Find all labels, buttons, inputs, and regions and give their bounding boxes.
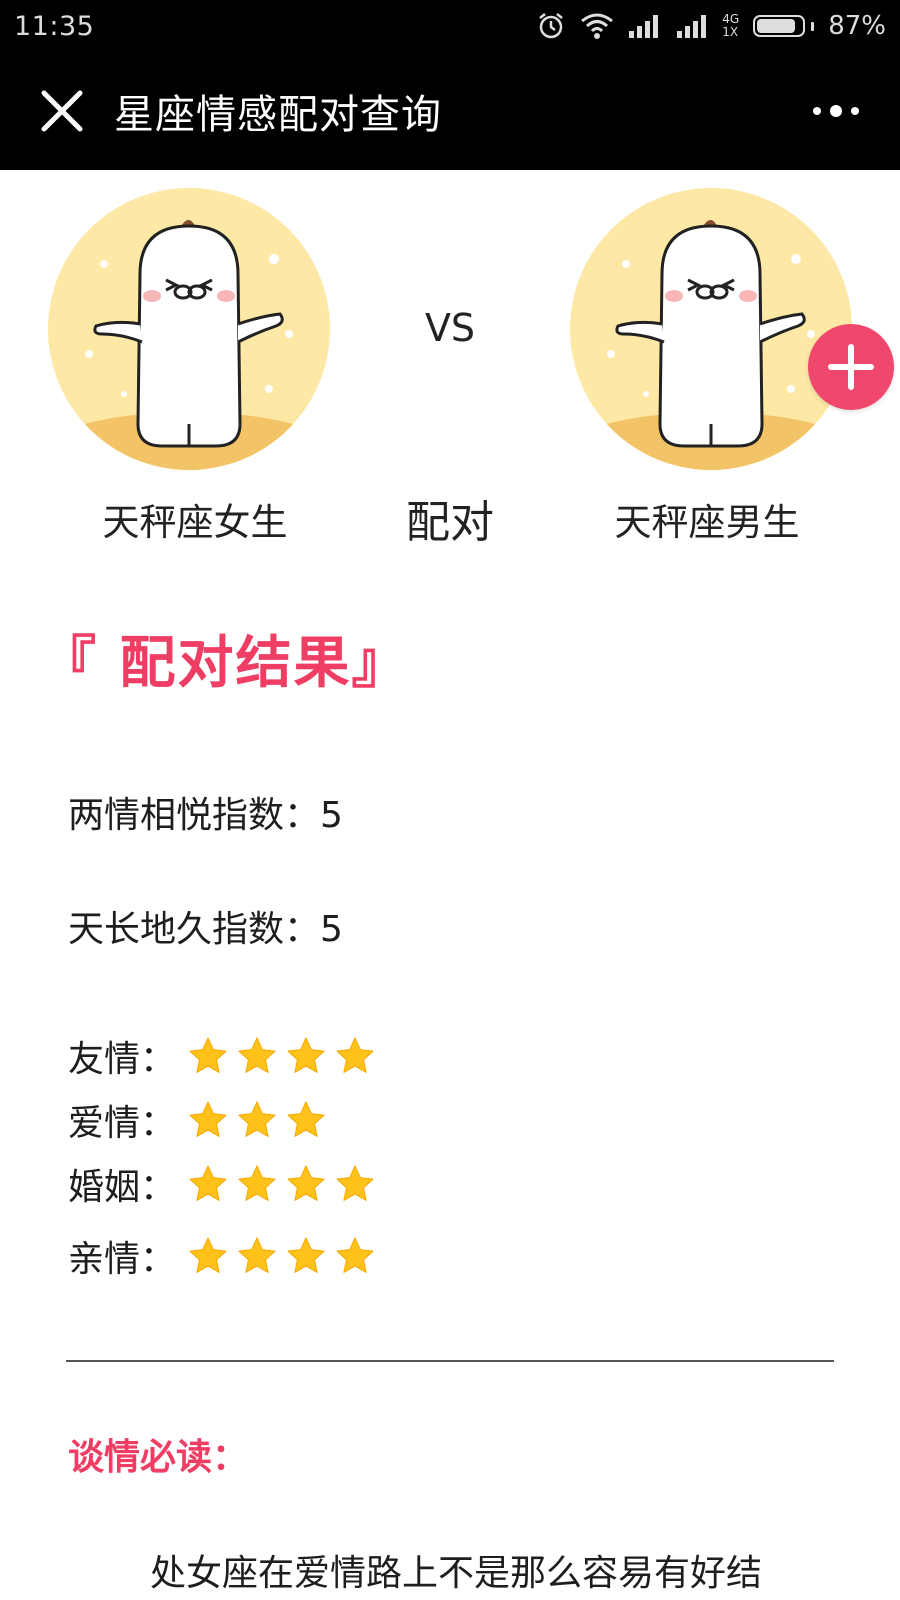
star-icon (189, 1037, 227, 1073)
avatar-left[interactable] (44, 184, 334, 474)
close-button[interactable] (32, 81, 92, 141)
star-icon (336, 1037, 374, 1073)
left-sign-name: 天秤座女生 (102, 501, 288, 544)
pair-label: 配对 (406, 497, 494, 548)
alarm-icon (536, 11, 566, 41)
network-type: 4G 1X (722, 13, 739, 39)
add-button[interactable] (808, 324, 894, 410)
status-bar: 11:35 4G 1X 87% (0, 0, 900, 52)
signal-icon (628, 13, 662, 39)
title-bar: 星座情感配对查询 (0, 52, 900, 170)
status-time: 11:35 (14, 10, 95, 42)
star-icon (336, 1165, 374, 1201)
star-rating (188, 1236, 375, 1276)
star-icon (287, 1237, 325, 1273)
battery-icon (753, 15, 815, 37)
must-read-title: 谈情必读： (68, 1437, 249, 1478)
longevity-index: 天长地久指数：5 (68, 909, 343, 950)
battery-fill (757, 19, 796, 33)
star-icon (189, 1165, 227, 1201)
star-rating (188, 1100, 326, 1140)
seal-mascot-image (48, 188, 330, 470)
star-icon (336, 1237, 374, 1273)
right-sign-name: 天秤座男生 (614, 501, 800, 544)
signal-icon-2 (676, 13, 708, 39)
battery-cap (811, 21, 815, 31)
star-icon (287, 1037, 325, 1073)
seal-mascot-image (570, 188, 852, 470)
result-heading: 『 配对结果』 (40, 631, 410, 696)
star-icon (238, 1101, 276, 1137)
battery-shell (753, 15, 806, 37)
reading-paragraph: 处女座在爱情路上不是那么容易有好结 (150, 1553, 763, 1594)
star-icon (287, 1165, 325, 1201)
rating-row-family: 亲情： (68, 1230, 375, 1282)
avatar-right[interactable] (566, 184, 856, 474)
network-bottom: 1X (722, 25, 739, 39)
star-rating (188, 1036, 375, 1076)
rating-row-marriage: 婚姻： (68, 1158, 375, 1210)
page-title: 星座情感配对查询 (114, 92, 442, 138)
rating-row-love: 爱情： (68, 1094, 326, 1146)
star-icon (189, 1101, 227, 1137)
rating-label: 友情： (68, 1039, 177, 1080)
rating-label: 亲情： (68, 1239, 177, 1280)
star-icon (238, 1165, 276, 1201)
more-button[interactable] (806, 91, 866, 131)
divider (66, 1360, 834, 1362)
star-rating (188, 1164, 375, 1204)
vs-label: VS (424, 306, 476, 350)
battery-percent: 87% (828, 11, 886, 41)
rating-row-friendship: 友情： (68, 1030, 375, 1082)
close-icon (41, 90, 83, 132)
more-icon (813, 105, 859, 117)
wifi-icon (580, 12, 614, 40)
star-icon (238, 1037, 276, 1073)
star-icon (189, 1237, 227, 1273)
star-icon (238, 1237, 276, 1273)
plus-icon (828, 344, 874, 390)
mutual-affection-index: 两情相悦指数：5 (68, 795, 343, 836)
status-icons: 4G 1X 87% (536, 11, 886, 41)
star-icon (287, 1101, 325, 1137)
rating-label: 婚姻： (68, 1167, 177, 1208)
rating-label: 爱情： (68, 1103, 177, 1144)
